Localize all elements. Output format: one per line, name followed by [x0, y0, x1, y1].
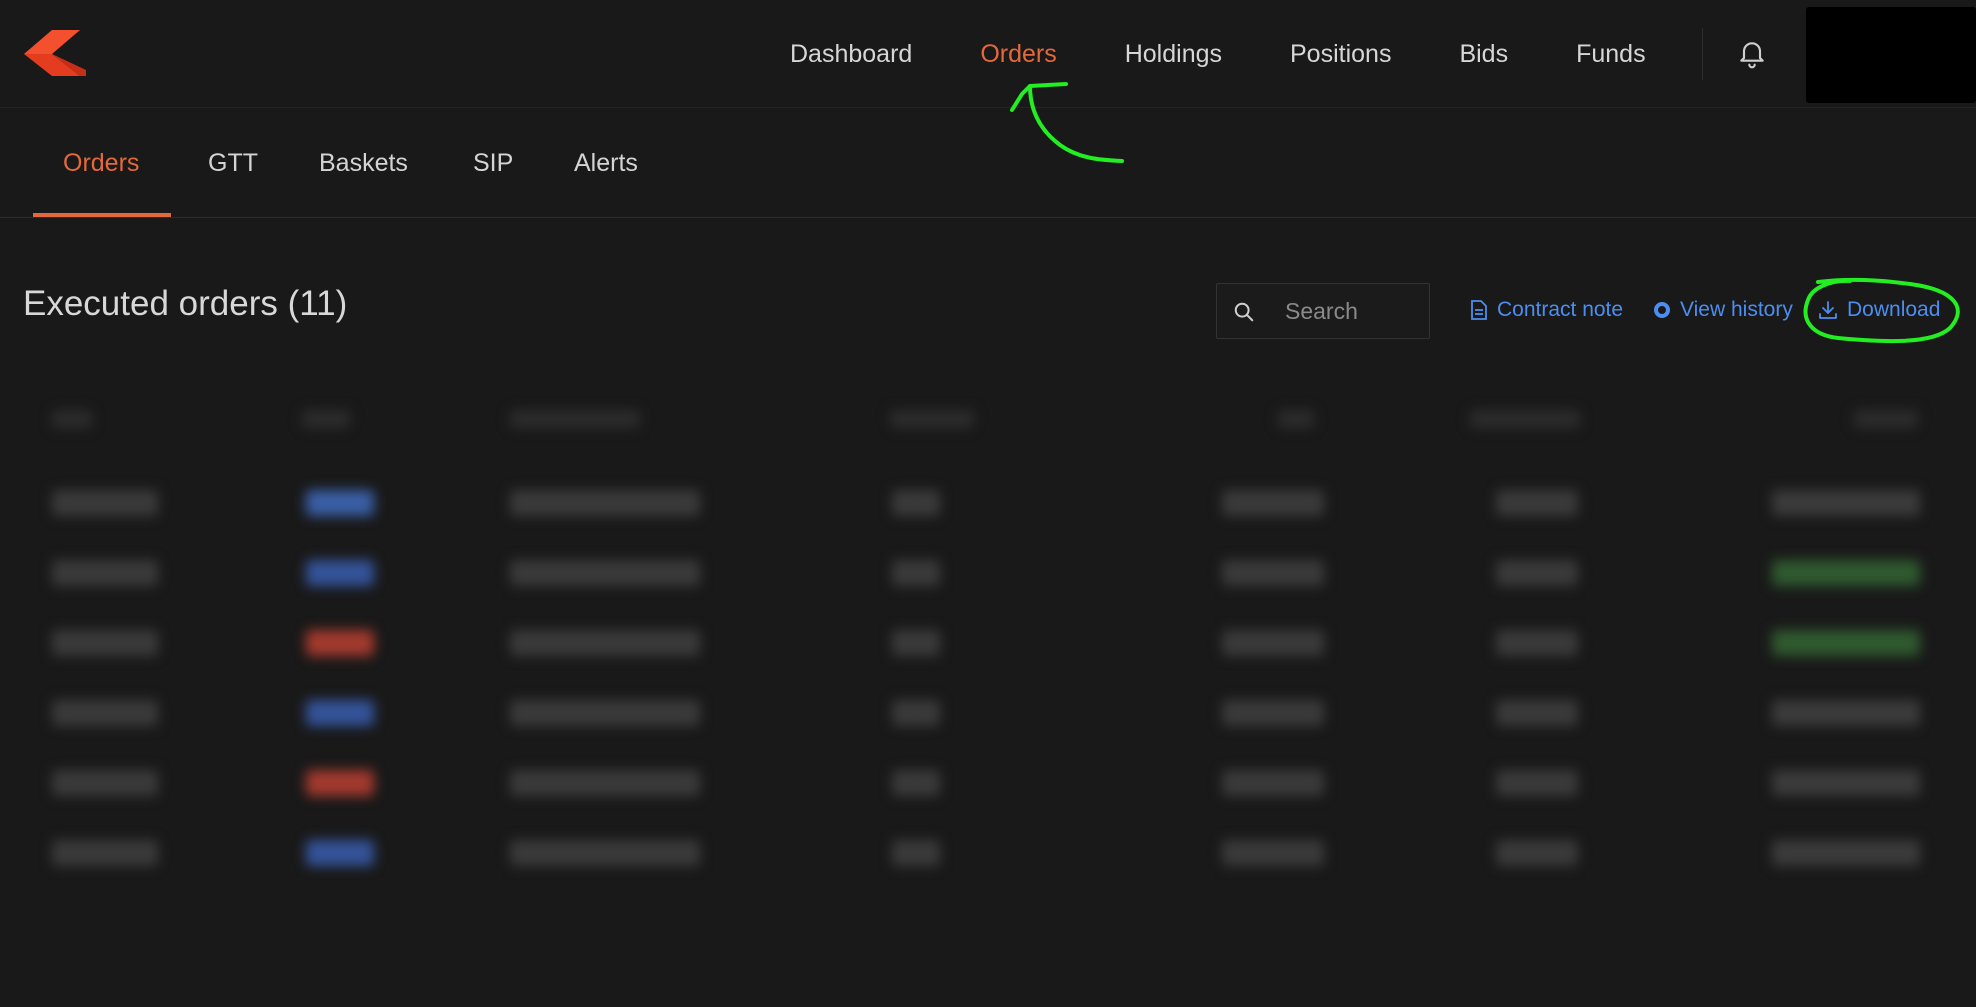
table-row[interactable] — [0, 380, 1976, 1007]
nav-dashboard[interactable]: Dashboard — [790, 40, 912, 69]
download-icon — [1819, 301, 1837, 319]
cell-avg-price — [1496, 630, 1578, 656]
cell-time — [52, 630, 158, 656]
cell-type-badge — [306, 630, 374, 656]
profile-menu-redacted[interactable] — [1806, 7, 1976, 103]
cell-product — [892, 630, 940, 656]
cell-qty — [1222, 700, 1324, 726]
active-tab-indicator — [33, 213, 171, 217]
cell-qty — [1222, 630, 1324, 656]
nav-holdings[interactable]: Holdings — [1125, 40, 1222, 69]
table-row[interactable] — [0, 380, 1976, 1007]
cell-product — [892, 770, 940, 796]
executed-orders-title: Executed orders (11) — [23, 284, 348, 323]
nav-funds[interactable]: Funds — [1576, 40, 1645, 69]
cell-status — [1772, 770, 1920, 796]
cell-avg-price — [1496, 770, 1578, 796]
table-header — [510, 410, 640, 428]
view-history-link[interactable]: View history — [1653, 298, 1793, 322]
orders-subtabs: Orders GTT Baskets SIP Alerts — [0, 108, 1976, 218]
main-nav: Dashboard Orders Holdings Positions Bids… — [790, 0, 1714, 108]
cell-time — [52, 700, 158, 726]
cell-time — [52, 490, 158, 516]
cell-instrument — [510, 770, 700, 796]
cell-product — [892, 490, 940, 516]
cell-instrument — [510, 840, 700, 866]
cell-avg-price — [1496, 840, 1578, 866]
cell-status — [1772, 840, 1920, 866]
cell-type-badge — [306, 700, 374, 726]
bell-icon[interactable] — [1736, 38, 1768, 70]
cell-product — [892, 700, 940, 726]
contract-note-link[interactable]: Contract note — [1470, 298, 1623, 322]
executed-orders-table — [0, 380, 1976, 1007]
cell-time — [52, 840, 158, 866]
cell-status — [1772, 490, 1920, 516]
cell-avg-price — [1496, 560, 1578, 586]
nav-orders[interactable]: Orders — [980, 40, 1056, 69]
table-row[interactable] — [0, 380, 1976, 1007]
cell-qty — [1222, 490, 1324, 516]
cell-avg-price — [1496, 490, 1578, 516]
nav-bids[interactable]: Bids — [1459, 40, 1508, 69]
view-history-label: View history — [1680, 298, 1793, 321]
search-input[interactable] — [1285, 294, 1421, 328]
table-row[interactable] — [0, 380, 1976, 1007]
cell-status — [1772, 630, 1920, 656]
cell-time — [52, 770, 158, 796]
cell-qty — [1222, 560, 1324, 586]
cell-avg-price — [1496, 700, 1578, 726]
top-navbar: Dashboard Orders Holdings Positions Bids… — [0, 0, 1976, 108]
download-label: Download — [1847, 298, 1941, 321]
cell-status — [1772, 560, 1920, 586]
nav-divider — [1702, 28, 1703, 80]
history-icon — [1654, 302, 1670, 318]
cell-qty — [1222, 840, 1324, 866]
cell-instrument — [510, 630, 700, 656]
tab-orders[interactable]: Orders — [63, 108, 139, 218]
table-header — [1278, 410, 1314, 428]
tab-gtt[interactable]: GTT — [208, 108, 258, 218]
cell-type-badge — [306, 490, 374, 516]
cell-instrument — [510, 700, 700, 726]
tab-baskets[interactable]: Baskets — [319, 108, 408, 218]
table-header — [302, 410, 350, 428]
table-row[interactable] — [0, 380, 1976, 1007]
download-link[interactable]: Download — [1818, 298, 1940, 322]
cell-product — [892, 560, 940, 586]
cell-status — [1772, 700, 1920, 726]
table-header — [890, 410, 974, 428]
document-icon — [1471, 300, 1487, 320]
kite-logo-icon[interactable] — [24, 30, 86, 76]
cell-product — [892, 840, 940, 866]
search-box[interactable] — [1216, 283, 1430, 339]
table-header — [1854, 410, 1918, 428]
table-header — [1470, 410, 1580, 428]
contract-note-label: Contract note — [1497, 298, 1624, 321]
cell-type-badge — [306, 840, 374, 866]
search-icon — [1234, 302, 1254, 322]
tab-alerts[interactable]: Alerts — [574, 108, 638, 218]
table-row[interactable] — [0, 380, 1976, 1007]
cell-instrument — [510, 490, 700, 516]
tab-sip[interactable]: SIP — [473, 108, 513, 218]
cell-time — [52, 560, 158, 586]
cell-type-badge — [306, 560, 374, 586]
cell-instrument — [510, 560, 700, 586]
cell-type-badge — [306, 770, 374, 796]
cell-qty — [1222, 770, 1324, 796]
table-header — [52, 410, 92, 428]
nav-positions[interactable]: Positions — [1290, 40, 1391, 69]
